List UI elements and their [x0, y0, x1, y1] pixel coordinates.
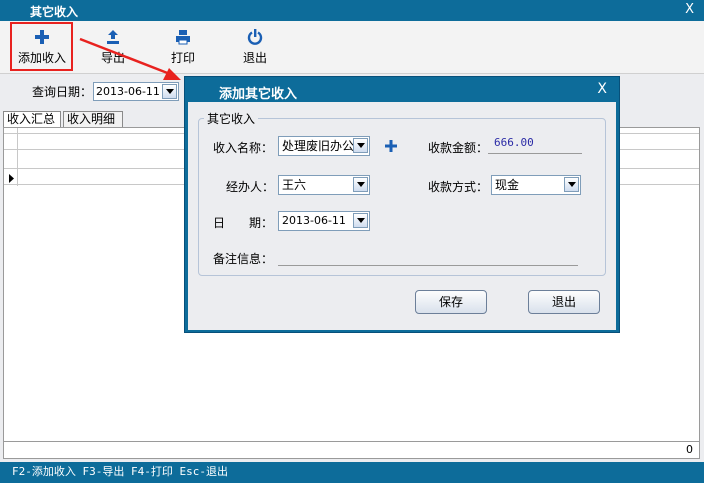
window-title: 其它收入	[30, 5, 79, 19]
method-value: 现金	[495, 178, 520, 192]
date-picker[interactable]: 2013-06-11	[278, 211, 370, 231]
income-name-label: 收入名称：	[213, 141, 274, 155]
method-select[interactable]: 现金	[491, 175, 581, 195]
tab-income-detail[interactable]: 收入明细	[63, 111, 123, 127]
print-label: 打印	[170, 51, 195, 65]
amount-value: 666.00	[494, 136, 534, 149]
memo-label: 备注信息：	[213, 252, 274, 266]
grid-footer-total: 0	[686, 443, 693, 456]
chevron-down-icon[interactable]	[353, 213, 368, 228]
highlight-box	[10, 22, 73, 71]
grid-footer: 0	[4, 441, 699, 458]
add-income-type-icon[interactable]	[385, 140, 397, 155]
power-icon	[225, 29, 285, 49]
upload-icon	[83, 29, 143, 49]
chevron-down-icon[interactable]	[564, 177, 579, 192]
dialog-exit-button[interactable]: 退出	[528, 290, 600, 314]
toolbar: 添加收入 导出 打印 退出	[0, 21, 704, 74]
export-button[interactable]: 导出	[83, 29, 143, 69]
amount-label: 收款金额：	[428, 141, 489, 155]
add-income-dialog: 添加其它收入 X 其它收入 收入名称： 处理废旧办公 收款金额： 666.00 …	[184, 76, 620, 333]
row-pointer-icon	[9, 172, 14, 186]
query-date-value: 2013-06-11	[96, 85, 160, 98]
status-bar: F2-添加收入 F3-导出 F4-打印 Esc-退出	[0, 462, 704, 483]
printer-icon	[153, 29, 213, 49]
exit-label: 退出	[242, 51, 267, 65]
window-titlebar: 其它收入 X	[0, 0, 704, 21]
group-label: 其它收入	[204, 110, 259, 127]
exit-button[interactable]: 退出	[225, 29, 285, 69]
handler-value: 王六	[282, 178, 307, 192]
dialog-title: 添加其它收入	[219, 87, 298, 102]
print-button[interactable]: 打印	[153, 29, 213, 69]
handler-label: 经办人：	[226, 180, 275, 194]
window-close-button[interactable]: X	[685, 2, 694, 17]
export-label: 导出	[100, 51, 125, 65]
query-date-label: 查询日期：	[32, 85, 93, 99]
amount-field[interactable]: 666.00	[488, 136, 582, 154]
dialog-body: 其它收入 收入名称： 处理废旧办公 收款金额： 666.00 经办人： 王六 收…	[188, 102, 616, 330]
method-label: 收款方式：	[428, 180, 489, 194]
handler-select[interactable]: 王六	[278, 175, 370, 195]
date-value: 2013-06-11	[282, 214, 346, 227]
chevron-down-icon[interactable]	[353, 138, 368, 153]
date-label: 日 期：	[213, 216, 274, 230]
income-name-select[interactable]: 处理废旧办公	[278, 136, 370, 156]
chevron-down-icon[interactable]	[162, 84, 177, 99]
chevron-down-icon[interactable]	[353, 177, 368, 192]
save-button[interactable]: 保存	[415, 290, 487, 314]
tab-income-summary[interactable]: 收入汇总	[3, 111, 61, 127]
query-date-picker[interactable]: 2013-06-11	[93, 82, 179, 101]
dialog-close-button[interactable]: X	[597, 81, 607, 97]
memo-field[interactable]	[278, 248, 578, 266]
income-name-value: 处理废旧办公	[282, 139, 355, 153]
